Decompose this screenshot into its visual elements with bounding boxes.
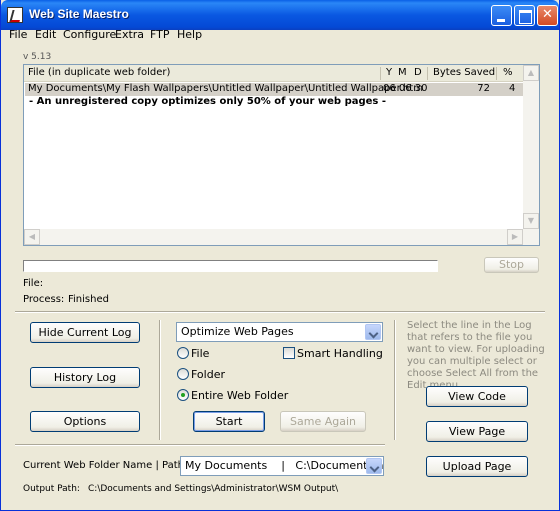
log-row-bytes: 72	[477, 83, 490, 94]
unregistered-notice: - An unregistered copy optimizes only 50…	[29, 96, 387, 107]
scroll-up-icon[interactable]: ▲	[523, 65, 539, 81]
view-page-button[interactable]: View Page	[426, 421, 528, 442]
process-status-label: Process:	[23, 294, 65, 305]
menu-extra[interactable]: Extra	[115, 28, 144, 41]
progress-bar	[23, 260, 438, 272]
options-button[interactable]: Options	[30, 411, 140, 432]
menu-help[interactable]: Help	[177, 28, 202, 41]
col-bytes[interactable]: Bytes Saved	[433, 67, 495, 78]
output-path-label: Output Path:	[23, 484, 80, 494]
scope-entire-label[interactable]: Entire Web Folder	[191, 389, 288, 402]
stop-button[interactable]: Stop	[484, 257, 539, 273]
start-button[interactable]: Start	[193, 411, 265, 432]
divider	[15, 311, 545, 313]
divider	[159, 320, 161, 440]
output-path-value: C:\Documents and Settings\Administrator\…	[88, 484, 339, 494]
col-month[interactable]: M	[398, 67, 407, 78]
divider	[394, 320, 396, 440]
process-status-value: Finished	[68, 294, 109, 305]
log-vertical-scrollbar[interactable]: ▲ ▼	[523, 65, 539, 245]
hide-current-log-button[interactable]: Hide Current Log	[30, 322, 140, 343]
app-icon	[7, 7, 23, 23]
minimize-button[interactable]	[491, 5, 512, 26]
scope-entire-radio[interactable]	[177, 389, 189, 401]
window-title: Web Site Maestro	[29, 7, 129, 21]
view-code-button[interactable]: View Code	[426, 386, 528, 407]
scroll-right-icon[interactable]: ▶	[507, 229, 523, 245]
menu-configure[interactable]: Configure	[63, 28, 116, 41]
chevron-down-icon[interactable]	[366, 458, 382, 474]
log-row[interactable]: My Documents\My Flash Wallpapers\Untitle…	[25, 83, 525, 96]
log-horizontal-scrollbar[interactable]: ◀ ▶	[24, 229, 523, 245]
col-separator	[427, 67, 428, 80]
col-day[interactable]: D	[414, 67, 422, 78]
main-window: Web Site Maestro ✕ File Edit Configure E…	[0, 0, 560, 511]
col-separator	[496, 67, 497, 80]
title-bar[interactable]: Web Site Maestro ✕	[1, 0, 559, 30]
divider	[15, 444, 385, 446]
col-percent[interactable]: %	[503, 67, 513, 78]
col-year[interactable]: Y	[386, 67, 392, 78]
smart-handling-checkbox[interactable]	[283, 347, 295, 359]
action-select[interactable]: Optimize Web Pages	[176, 322, 383, 342]
scope-folder-radio[interactable]	[177, 368, 189, 380]
upload-page-button[interactable]: Upload Page	[426, 456, 528, 477]
scope-file-label[interactable]: File	[191, 347, 209, 360]
log-row-date: 06 06 30	[383, 83, 428, 94]
action-select-value: Optimize Web Pages	[181, 325, 294, 338]
smart-handling-label[interactable]: Smart Handling	[297, 347, 383, 360]
log-row-percent: 4	[509, 83, 516, 94]
web-folder-label: Current Web Folder Name | Path:	[23, 460, 188, 471]
log-row-file: My Documents\My Flash Wallpapers\Untitle…	[28, 83, 423, 94]
same-again-button[interactable]: Same Again	[280, 411, 366, 432]
help-text: Select the line in the Log that refers t…	[407, 320, 545, 391]
col-file[interactable]: File (in duplicate web folder)	[28, 67, 170, 78]
maximize-button[interactable]	[514, 5, 535, 26]
scope-file-radio[interactable]	[177, 347, 189, 359]
col-separator	[380, 67, 381, 80]
menu-file[interactable]: File	[9, 28, 27, 41]
file-status-label: File:	[23, 278, 44, 289]
web-folder-value: My Documents | C:\Documents ar	[185, 459, 384, 472]
scroll-left-icon[interactable]: ◀	[24, 229, 40, 245]
close-button[interactable]: ✕	[537, 5, 558, 26]
chevron-down-icon[interactable]	[365, 324, 381, 340]
log-header: File (in duplicate web folder) Y M D Byt…	[24, 65, 539, 82]
menu-ftp[interactable]: FTP	[150, 28, 170, 41]
history-log-button[interactable]: History Log	[30, 367, 140, 388]
scope-folder-label[interactable]: Folder	[191, 368, 225, 381]
version-label: v 5.13	[23, 52, 52, 62]
web-folder-select[interactable]: My Documents | C:\Documents ar	[180, 456, 384, 476]
scroll-down-icon[interactable]: ▼	[523, 213, 539, 229]
menu-edit[interactable]: Edit	[35, 28, 56, 41]
log-list[interactable]: File (in duplicate web folder) Y M D Byt…	[23, 64, 540, 246]
